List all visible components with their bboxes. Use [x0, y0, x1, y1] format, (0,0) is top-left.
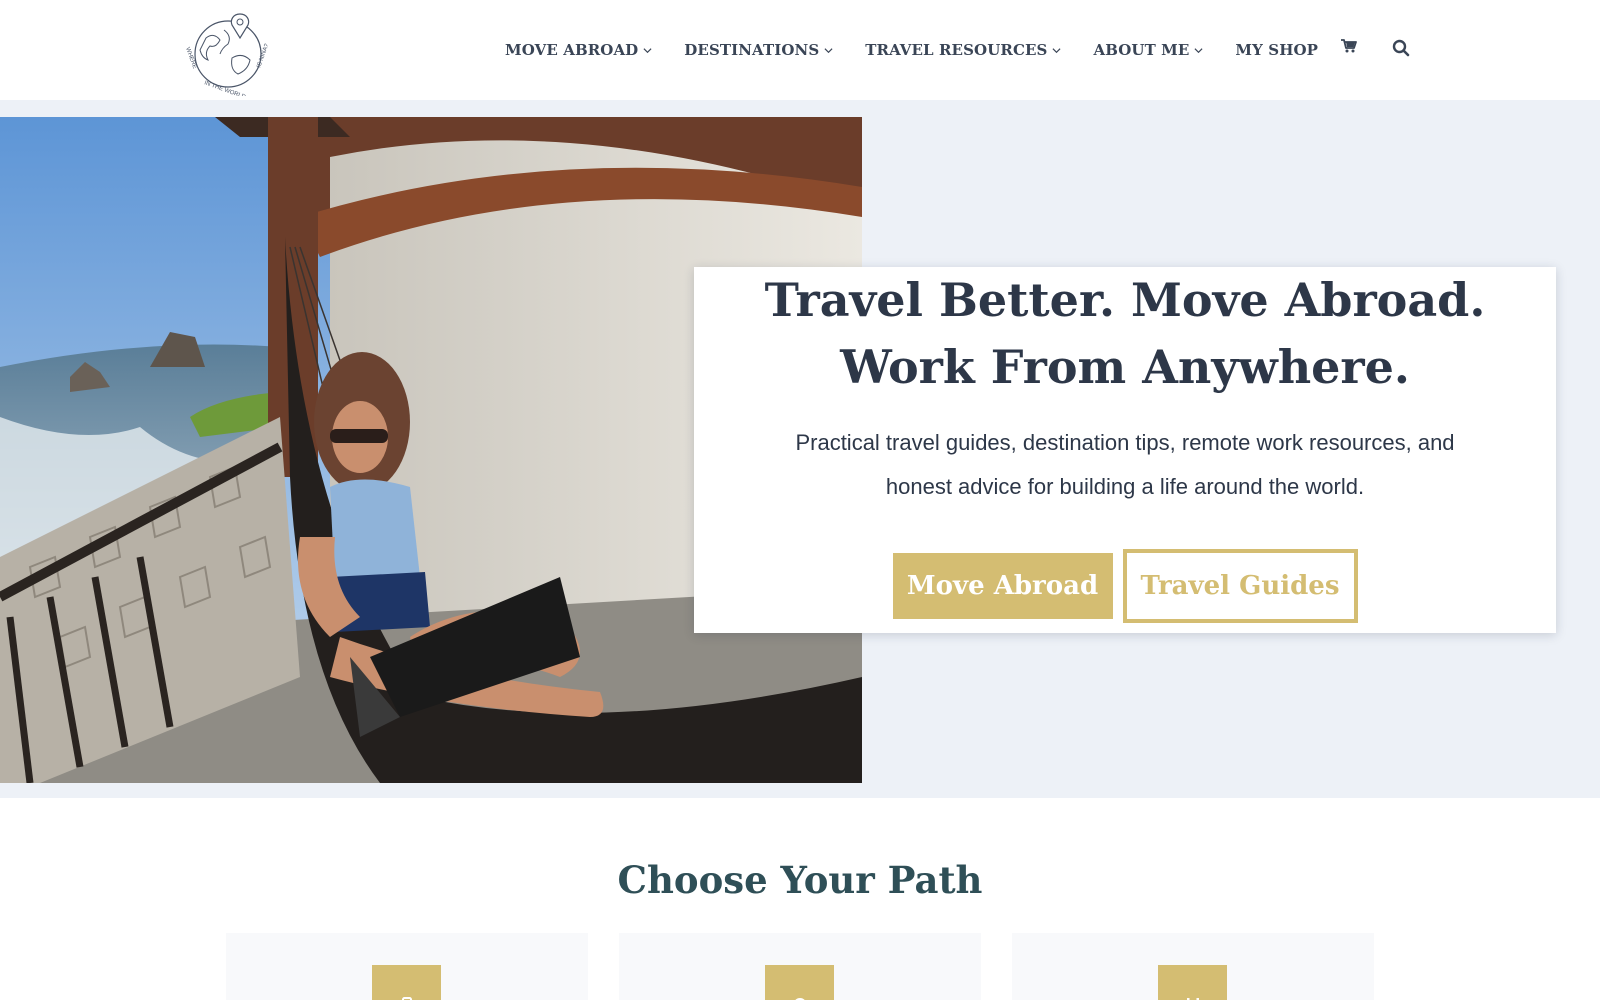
path-card[interactable]	[619, 933, 981, 1000]
nav-travel-resources[interactable]: TRAVEL RESOURCES	[865, 41, 1061, 59]
path-icon-badge	[372, 965, 441, 1000]
chevron-down-icon	[643, 47, 652, 53]
nav-about-me[interactable]: ABOUT ME	[1093, 41, 1203, 59]
chevron-down-icon	[824, 47, 833, 53]
svg-text:IN THE WORLD: IN THE WORLD	[203, 80, 247, 96]
nav-my-shop[interactable]: MY SHOP	[1235, 41, 1318, 59]
nav-move-abroad[interactable]: MOVE ABROAD	[505, 41, 652, 59]
chevron-down-icon	[1052, 47, 1061, 53]
nav-destinations[interactable]: DESTINATIONS	[684, 41, 833, 59]
path-icon-badge	[1158, 965, 1227, 1000]
choose-path-section: Choose Your Path	[0, 798, 1600, 1000]
nav-label: ABOUT ME	[1093, 41, 1190, 59]
cart-button[interactable]	[1340, 38, 1358, 59]
search-icon	[1392, 39, 1410, 57]
main-nav: MOVE ABROAD DESTINATIONS TRAVEL RESOURCE…	[505, 30, 1350, 70]
nav-label: DESTINATIONS	[684, 41, 820, 59]
path-card[interactable]	[1012, 933, 1374, 1000]
hero-subtitle: Practical travel guides, destination tip…	[795, 430, 1455, 499]
hero-section: Travel Better. Move Abroad. Work From An…	[0, 100, 1600, 798]
globe-logo-icon: WHERE IN THE WORLD IS NINA?	[184, 13, 271, 101]
search-button[interactable]	[1392, 39, 1410, 62]
nav-label: TRAVEL RESOURCES	[865, 41, 1048, 59]
chevron-down-icon	[1194, 47, 1203, 53]
cart-icon	[1341, 39, 1357, 53]
hero-buttons: Move Abroad Travel Guides	[694, 549, 1556, 623]
nav-label: MOVE ABROAD	[505, 41, 639, 59]
move-abroad-button[interactable]: Move Abroad	[892, 553, 1113, 619]
hero-card: Travel Better. Move Abroad. Work From An…	[694, 267, 1556, 633]
section-title: Choose Your Path	[617, 858, 983, 902]
site-header: WHERE IN THE WORLD IS NINA? MOVE ABROAD …	[0, 0, 1600, 101]
travel-guides-button[interactable]: Travel Guides	[1122, 549, 1358, 623]
nav-label: MY SHOP	[1235, 41, 1319, 59]
path-card[interactable]	[226, 933, 588, 1000]
hero-title: Travel Better. Move Abroad. Work From An…	[764, 273, 1486, 394]
site-logo[interactable]: WHERE IN THE WORLD IS NINA?	[176, 8, 280, 101]
svg-text:IS NINA?: IS NINA?	[256, 43, 270, 69]
path-icon-badge	[765, 965, 834, 1000]
